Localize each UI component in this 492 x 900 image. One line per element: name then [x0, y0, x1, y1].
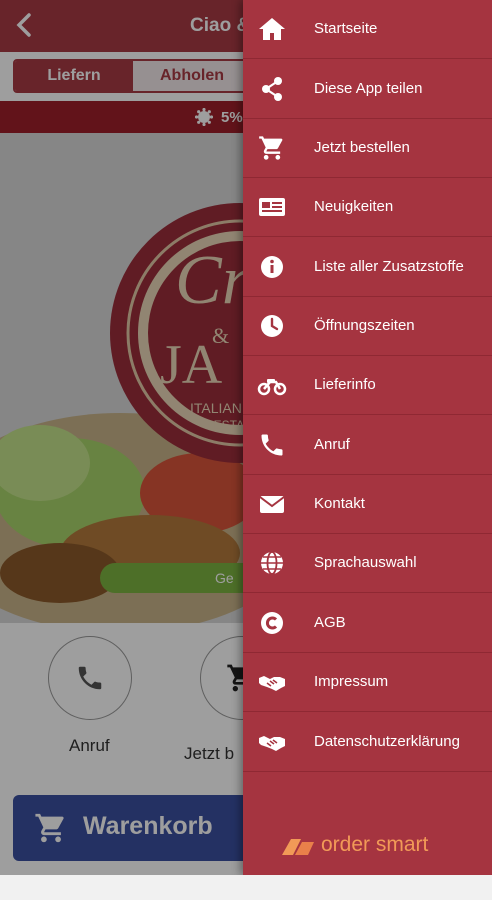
menu-item-label: Diese App teilen [314, 80, 423, 97]
home-icon [257, 15, 287, 43]
menu-item-label: Startseite [314, 20, 378, 37]
menu-item-share[interactable]: Diese App teilen [243, 60, 492, 119]
menu-item-label: Öffnungszeiten [314, 317, 415, 334]
menu-item-order-now[interactable]: Jetzt bestellen [243, 119, 492, 178]
handshake-icon [257, 728, 287, 756]
cart-icon [257, 134, 287, 162]
menu-item-call[interactable]: Anruf [243, 416, 492, 475]
menu-item-label: Kontakt [314, 495, 365, 512]
navigation-drawer: Startseite Diese App teilen Jetzt bestel… [243, 0, 492, 875]
copyright-icon [257, 609, 287, 637]
mail-icon [257, 490, 287, 518]
menu-item-label: Anruf [314, 436, 350, 453]
share-icon [257, 75, 287, 103]
menu-item-contact[interactable]: Kontakt [243, 475, 492, 534]
globe-icon [257, 549, 287, 577]
menu-item-label: Jetzt bestellen [314, 139, 410, 156]
brand-text: order smart [321, 833, 429, 856]
menu-item-terms[interactable]: AGB [243, 594, 492, 653]
menu-item-label: AGB [314, 614, 346, 631]
menu-item-additives[interactable]: Liste aller Zusatzstoffe [243, 238, 492, 297]
phone-icon [257, 431, 287, 459]
menu-item-opening-hours[interactable]: Öffnungszeiten [243, 297, 492, 356]
menu-item-home[interactable]: Startseite [243, 0, 492, 59]
menu-item-delivery-info[interactable]: Lieferinfo [243, 356, 492, 415]
menu-item-label: Impressum [314, 673, 389, 690]
info-icon [257, 253, 287, 281]
handshake-icon [257, 668, 287, 696]
clock-icon [257, 312, 287, 340]
menu-item-label: Datenschutzerklärung [314, 733, 460, 750]
newspaper-icon [257, 193, 287, 221]
menu-item-language[interactable]: Sprachauswahl [243, 534, 492, 593]
menu-item-label: Neuigkeiten [314, 198, 394, 215]
menu-item-label: Liste aller Zusatzstoffe [314, 258, 464, 275]
menu-item-privacy[interactable]: Datenschutzerklärung [243, 713, 492, 772]
motorbike-icon [257, 371, 287, 399]
system-bottom-area [0, 875, 492, 900]
order-smart-logo-icon [282, 839, 314, 855]
menu-item-imprint[interactable]: Impressum [243, 653, 492, 712]
menu-item-news[interactable]: Neuigkeiten [243, 178, 492, 237]
menu-item-label: Lieferinfo [314, 376, 376, 393]
menu-item-label: Sprachauswahl [314, 554, 417, 571]
